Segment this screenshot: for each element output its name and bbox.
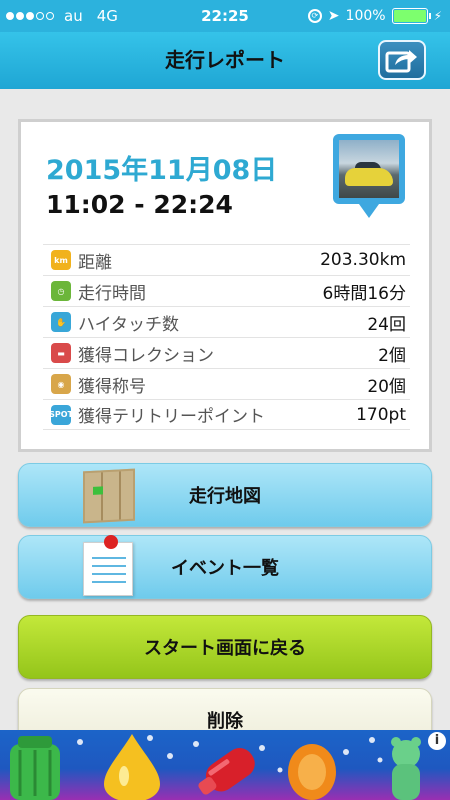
battery-icon bbox=[391, 8, 431, 24]
memo-icon bbox=[83, 535, 135, 596]
stat-value: 20個 bbox=[367, 376, 406, 397]
back-to-start-button[interactable]: スタート画面に戻る bbox=[18, 615, 432, 679]
battery-percent: 100% bbox=[345, 8, 386, 24]
car-photo-pin[interactable] bbox=[333, 134, 405, 224]
banner-ad[interactable]: i bbox=[0, 730, 450, 800]
ad-info-icon[interactable]: i bbox=[428, 732, 446, 750]
distance-icon: km bbox=[51, 250, 71, 270]
stat-row: ✋ ハイタッチ数 24回 bbox=[43, 306, 410, 337]
stat-value: 24回 bbox=[367, 314, 406, 335]
charging-icon: ⚡ bbox=[433, 9, 442, 23]
stat-row: SPOT 獲得テリトリーポイント 170pt bbox=[43, 399, 410, 430]
report-date: 2015年11月08日 bbox=[46, 155, 278, 186]
share-icon bbox=[385, 50, 417, 73]
stat-row: ▬ 獲得コレクション 2個 bbox=[43, 337, 410, 368]
status-bar: au 4G 22:25 ⟳ ➤ 100% ⚡ bbox=[0, 0, 450, 32]
stat-row: km 距離 203.30km bbox=[43, 244, 410, 275]
back-to-start-label: スタート画面に戻る bbox=[144, 638, 306, 659]
map-icon bbox=[83, 468, 135, 524]
medal-icon: ◉ bbox=[51, 374, 71, 394]
candy-ad-image bbox=[10, 734, 421, 800]
yellow-drop-candy-icon bbox=[104, 734, 160, 800]
clock-icon: ◷ bbox=[51, 281, 71, 301]
spot-icon: SPOT bbox=[49, 404, 73, 425]
nav-header: 走行レポート bbox=[0, 32, 450, 89]
hand-icon: ✋ bbox=[51, 312, 71, 332]
location-arrow-icon: ➤ bbox=[327, 8, 340, 24]
car-photo bbox=[339, 140, 399, 198]
stat-value: 203.30km bbox=[320, 250, 406, 270]
event-list-label: イベント一覧 bbox=[171, 558, 279, 579]
share-button[interactable] bbox=[378, 40, 426, 80]
rotation-lock-icon: ⟳ bbox=[307, 9, 322, 23]
green-bear-candy-icon bbox=[391, 737, 421, 800]
stat-label: 距離 bbox=[78, 252, 112, 273]
red-bottle-candy-icon bbox=[198, 748, 255, 795]
stats-list: km 距離 203.30km ◷ 走行時間 6時間16分 ✋ ハイタッチ数 24回 ▬ 獲得コレクシ… bbox=[43, 244, 410, 430]
stat-row: ◉ 獲得称号 20個 bbox=[43, 368, 410, 399]
route-map-button[interactable]: 走行地図 bbox=[18, 463, 432, 527]
stat-label: 獲得テリトリーポイント bbox=[78, 407, 265, 427]
event-list-button[interactable]: イベント一覧 bbox=[18, 535, 432, 599]
route-map-label: 走行地図 bbox=[189, 486, 261, 507]
stat-label: 走行時間 bbox=[78, 283, 146, 304]
report-card: 2015年11月08日 11:02 - 22:24 km 距離 203.30km ◷ 走… bbox=[18, 119, 432, 452]
orange-candy-icon bbox=[288, 744, 336, 800]
stat-label: ハイタッチ数 bbox=[78, 314, 179, 335]
stat-label: 獲得称号 bbox=[78, 376, 146, 397]
stat-row: ◷ 走行時間 6時間16分 bbox=[43, 275, 410, 306]
report-time-range: 11:02 - 22:24 bbox=[46, 190, 233, 219]
stat-label: 獲得コレクション bbox=[78, 345, 214, 366]
stat-value: 2個 bbox=[378, 345, 406, 366]
stat-value: 170pt bbox=[356, 404, 406, 425]
stat-value: 6時間16分 bbox=[322, 283, 406, 304]
car-icon: ▬ bbox=[51, 343, 71, 363]
green-jar-icon bbox=[10, 736, 60, 800]
